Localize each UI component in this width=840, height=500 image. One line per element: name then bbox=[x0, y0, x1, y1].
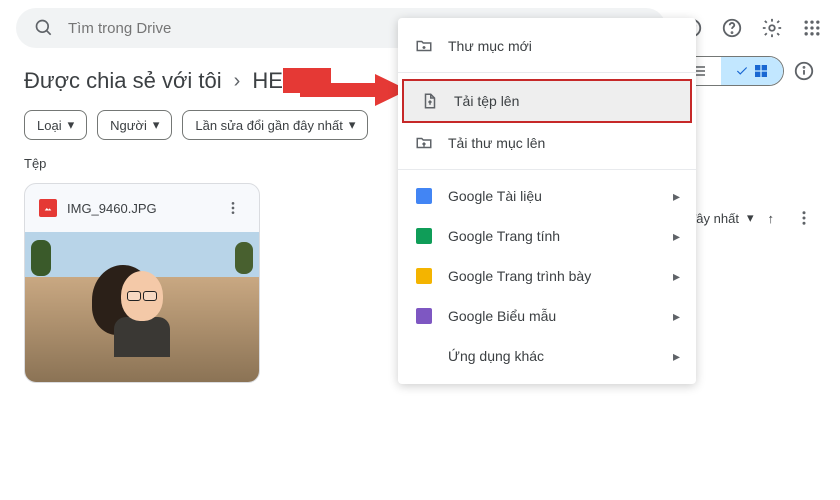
menu-google-forms[interactable]: Google Biểu mẫu ▸ bbox=[398, 296, 696, 336]
filter-modified-label: Lần sửa đổi gần đây nhất bbox=[195, 118, 342, 133]
menu-label: Google Tài liệu bbox=[448, 188, 542, 204]
menu-divider bbox=[398, 72, 696, 73]
folder-plus-icon bbox=[414, 36, 434, 56]
filter-people-label: Người bbox=[110, 118, 147, 133]
chevron-right-icon: › bbox=[234, 70, 241, 93]
filter-type[interactable]: Loại ▾ bbox=[24, 110, 87, 140]
view-controls bbox=[676, 56, 816, 86]
context-menu: Thư mục mới Tải tệp lên Tải thư mục lên … bbox=[398, 18, 696, 384]
more-icon[interactable] bbox=[792, 206, 816, 230]
apps-icon[interactable] bbox=[800, 16, 824, 40]
menu-google-sheets[interactable]: Google Trang tính ▸ bbox=[398, 216, 696, 256]
file-thumbnail bbox=[25, 232, 259, 382]
menu-label: Thư mục mới bbox=[448, 38, 532, 54]
menu-label: Google Trang tính bbox=[448, 228, 560, 244]
menu-label: Tải thư mục lên bbox=[448, 135, 545, 151]
file-header: IMG_9460.JPG bbox=[25, 184, 259, 232]
file-more-icon[interactable] bbox=[221, 196, 245, 220]
settings-icon[interactable] bbox=[760, 16, 784, 40]
help-icon[interactable] bbox=[720, 16, 744, 40]
grid-view-button[interactable] bbox=[721, 57, 783, 85]
menu-new-folder[interactable]: Thư mục mới bbox=[398, 26, 696, 66]
docs-icon bbox=[414, 186, 434, 206]
file-card[interactable]: IMG_9460.JPG bbox=[24, 183, 260, 383]
caret-down-icon: ▾ bbox=[68, 117, 75, 133]
sheets-icon bbox=[414, 226, 434, 246]
caret-down-icon: ▾ bbox=[153, 117, 160, 133]
menu-google-slides[interactable]: Google Trang trình bày ▸ bbox=[398, 256, 696, 296]
blank-icon bbox=[414, 346, 434, 366]
chevron-right-icon: ▸ bbox=[673, 228, 680, 245]
breadcrumb-root[interactable]: Được chia sẻ với tôi bbox=[24, 68, 222, 94]
info-icon[interactable] bbox=[792, 59, 816, 83]
menu-upload-file[interactable]: Tải tệp lên bbox=[402, 79, 692, 123]
slides-icon bbox=[414, 266, 434, 286]
menu-label: Google Biểu mẫu bbox=[448, 308, 556, 324]
chevron-right-icon: ▸ bbox=[673, 188, 680, 205]
caret-down-icon: ▾ bbox=[349, 117, 356, 133]
search-icon bbox=[32, 16, 56, 40]
topbar-icons bbox=[680, 16, 824, 40]
sort-direction-icon[interactable]: ↑ bbox=[768, 211, 775, 226]
filter-modified[interactable]: Lần sửa đổi gần đây nhất ▾ bbox=[182, 110, 368, 140]
filter-type-label: Loại bbox=[37, 118, 62, 133]
menu-more-apps[interactable]: Ứng dụng khác ▸ bbox=[398, 336, 696, 376]
menu-label: Ứng dụng khác bbox=[448, 348, 544, 364]
annotation-arrow bbox=[300, 70, 410, 110]
menu-divider bbox=[398, 169, 696, 170]
file-upload-icon bbox=[420, 91, 440, 111]
folder-upload-icon bbox=[414, 133, 434, 153]
file-name: IMG_9460.JPG bbox=[67, 201, 211, 216]
chevron-right-icon: ▸ bbox=[673, 348, 680, 365]
image-file-icon bbox=[39, 199, 57, 217]
chevron-right-icon: ▸ bbox=[673, 308, 680, 325]
caret-down-icon: ▾ bbox=[747, 210, 754, 226]
menu-label: Google Trang trình bày bbox=[448, 268, 591, 284]
chevron-right-icon: ▸ bbox=[673, 268, 680, 285]
menu-google-docs[interactable]: Google Tài liệu ▸ bbox=[398, 176, 696, 216]
forms-icon bbox=[414, 306, 434, 326]
menu-upload-folder[interactable]: Tải thư mục lên bbox=[398, 123, 696, 163]
filter-people[interactable]: Người ▾ bbox=[97, 110, 172, 140]
menu-label: Tải tệp lên bbox=[454, 93, 519, 109]
